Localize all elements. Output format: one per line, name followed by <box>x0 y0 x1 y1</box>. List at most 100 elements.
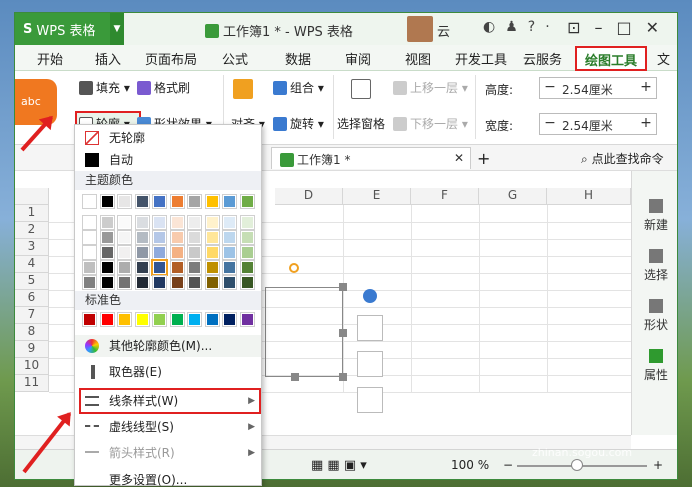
menu-more-settings[interactable]: 更多设置(O)... <box>75 469 261 487</box>
color-swatch[interactable] <box>239 260 255 275</box>
color-swatch[interactable] <box>134 245 150 260</box>
tab-developer[interactable]: 开发工具 <box>455 49 507 68</box>
tab-cloud[interactable]: 云服务 <box>523 49 562 68</box>
color-swatch[interactable] <box>99 230 115 245</box>
color-swatch[interactable] <box>222 312 237 327</box>
color-swatch[interactable] <box>222 230 237 245</box>
menu-more-colors[interactable]: 其他轮廓颜色(M)... <box>75 335 261 357</box>
fill-button[interactable]: 填充 ▾ <box>79 79 130 96</box>
close-icon[interactable]: ✕ <box>454 151 464 165</box>
color-swatch[interactable] <box>222 194 237 209</box>
format-brush-button[interactable]: 格式刷 <box>137 79 190 96</box>
row-header[interactable]: 9 <box>15 341 49 358</box>
row-header[interactable]: 4 <box>15 256 49 273</box>
width-value[interactable]: 2.54厘米 <box>562 117 613 134</box>
row-header[interactable]: 5 <box>15 273 49 290</box>
color-swatch[interactable] <box>134 260 150 275</box>
menu-auto[interactable]: 自动 <box>75 149 261 171</box>
avatar[interactable] <box>407 16 433 42</box>
color-swatch[interactable] <box>239 312 255 327</box>
move-down-button[interactable]: 下移一层 ▾ <box>393 115 468 132</box>
settings-icon[interactable]: ◐ <box>483 19 505 35</box>
row-header[interactable]: 6 <box>15 290 49 307</box>
skin-icon[interactable]: ♟ <box>505 19 528 35</box>
color-swatch[interactable] <box>187 312 202 327</box>
color-swatch[interactable] <box>187 230 202 245</box>
color-swatch[interactable] <box>239 215 255 230</box>
color-swatch[interactable] <box>169 245 185 260</box>
column-header[interactable]: G <box>479 188 547 205</box>
column-header[interactable]: E <box>343 188 411 205</box>
color-swatch[interactable] <box>204 312 220 327</box>
tab-data[interactable]: 数据 <box>285 49 311 68</box>
align-icon[interactable] <box>233 79 256 99</box>
restore-icon[interactable]: ⊡ <box>567 18 594 37</box>
column-header[interactable]: H <box>547 188 631 205</box>
combine-button[interactable]: 组合 ▾ <box>273 79 324 96</box>
tab-page-layout[interactable]: 页面布局 <box>145 49 197 68</box>
selection-pane-icon[interactable] <box>351 79 374 99</box>
color-swatch[interactable] <box>152 312 167 327</box>
color-swatch[interactable] <box>134 230 150 245</box>
row-header[interactable]: 1 <box>15 205 49 222</box>
color-swatch[interactable] <box>187 245 202 260</box>
resize-handle[interactable] <box>339 283 347 291</box>
width-stepper[interactable]: −2.54厘米 + <box>539 113 657 135</box>
color-swatch[interactable] <box>204 260 220 275</box>
color-swatch[interactable] <box>134 194 150 209</box>
chevron-down-icon[interactable]: ▼ <box>110 13 124 45</box>
tab-home[interactable]: 开始 <box>37 49 63 68</box>
color-swatch[interactable] <box>134 275 150 290</box>
document-tab[interactable]: 工作簿1 * ✕ <box>271 147 471 169</box>
color-swatch[interactable] <box>82 245 97 260</box>
close-icon[interactable]: ✕ <box>646 18 673 37</box>
zoom-in-icon[interactable]: + <box>653 458 663 472</box>
rotate-button[interactable]: 旋转 ▾ <box>273 115 324 132</box>
color-swatch[interactable] <box>204 275 220 290</box>
color-swatch[interactable] <box>239 230 255 245</box>
color-swatch[interactable] <box>82 260 97 275</box>
new-tab-icon[interactable]: + <box>477 149 490 168</box>
row-header[interactable]: 8 <box>15 324 49 341</box>
color-swatch[interactable] <box>204 230 220 245</box>
pane-new[interactable]: 新建 <box>632 199 677 233</box>
color-swatch[interactable] <box>82 215 97 230</box>
more-icon[interactable]: · <box>545 19 559 35</box>
menu-eyedropper[interactable]: 取色器(E) <box>75 361 261 383</box>
view-icons[interactable]: ▦ ▦ ▣ ▾ <box>311 458 367 473</box>
color-swatch[interactable] <box>117 215 132 230</box>
color-swatch[interactable] <box>82 194 97 209</box>
pane-select[interactable]: 选择 <box>632 249 677 283</box>
menu-no-outline[interactable]: 无轮廓 <box>75 127 261 149</box>
color-swatch[interactable] <box>152 245 167 260</box>
menu-line-style[interactable]: 线条样式(W) ▶ <box>75 390 261 412</box>
row-header[interactable]: 3 <box>15 239 49 256</box>
row-header[interactable]: 2 <box>15 222 49 239</box>
color-swatch[interactable] <box>222 245 237 260</box>
color-swatch[interactable] <box>204 245 220 260</box>
color-swatch[interactable] <box>134 215 150 230</box>
color-swatch[interactable] <box>169 312 185 327</box>
color-swatch[interactable] <box>169 230 185 245</box>
color-swatch[interactable] <box>82 312 97 327</box>
tab-view[interactable]: 视图 <box>405 49 431 68</box>
color-swatch[interactable] <box>187 194 202 209</box>
selected-shape[interactable] <box>265 287 343 377</box>
color-swatch[interactable] <box>117 312 132 327</box>
color-swatch[interactable] <box>82 275 97 290</box>
edit-shape-icon[interactable] <box>357 315 383 341</box>
color-swatch[interactable] <box>187 260 202 275</box>
color-swatch[interactable] <box>239 245 255 260</box>
column-header[interactable]: D <box>275 188 343 205</box>
color-swatch[interactable] <box>204 194 220 209</box>
zoom-slider-handle[interactable] <box>571 459 583 471</box>
color-swatch[interactable] <box>117 275 132 290</box>
help-icon[interactable]: ? <box>528 19 545 35</box>
color-swatch[interactable] <box>239 194 255 209</box>
color-swatch[interactable] <box>99 194 115 209</box>
menu-arrow-style[interactable]: 箭头样式(R) ▶ <box>75 442 261 464</box>
row-header[interactable]: 10 <box>15 358 49 375</box>
color-swatch[interactable] <box>117 230 132 245</box>
pane-shape[interactable]: 形状 <box>632 299 677 333</box>
color-swatch[interactable] <box>99 245 115 260</box>
